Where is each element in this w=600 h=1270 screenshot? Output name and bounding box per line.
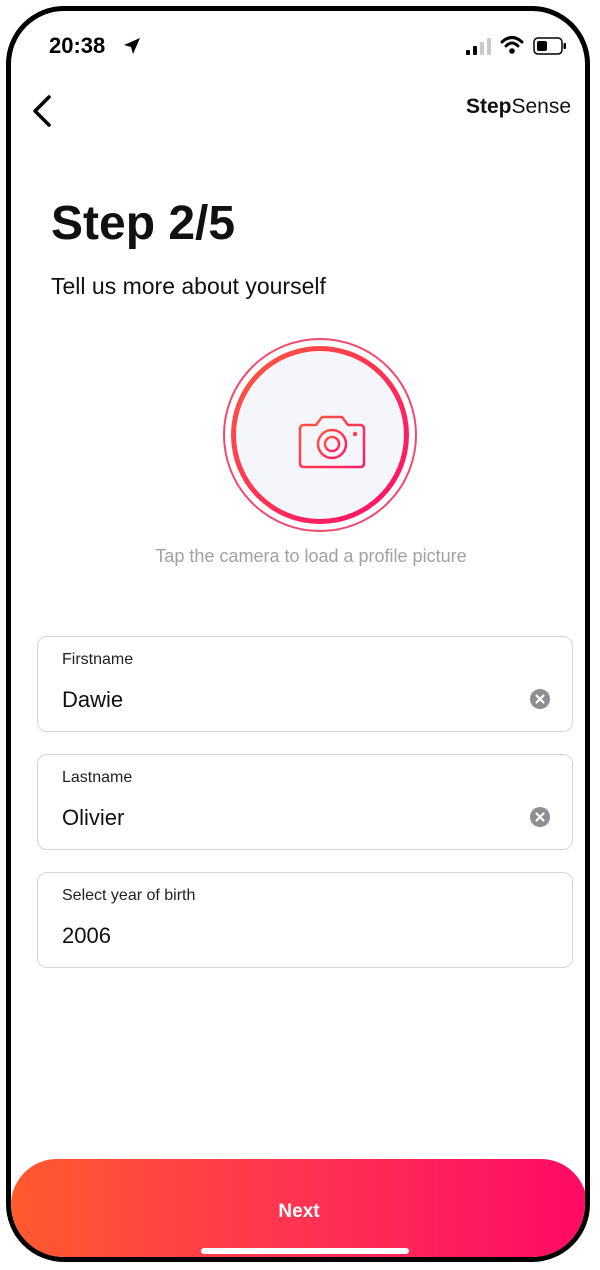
- page-title: Step 2/5: [51, 197, 236, 250]
- brand-regular: Sense: [511, 95, 571, 118]
- lastname-field[interactable]: Lastname Olivier: [37, 754, 573, 850]
- home-indicator: [201, 1248, 409, 1254]
- back-chevron-icon[interactable]: [25, 91, 61, 131]
- firstname-value[interactable]: Dawie: [62, 687, 123, 713]
- camera-icon: [298, 415, 366, 469]
- signal-icon: [466, 38, 491, 55]
- lastname-value[interactable]: Olivier: [62, 805, 124, 831]
- battery-icon: [533, 37, 566, 55]
- status-time: 20:38: [49, 33, 106, 58]
- clear-icon[interactable]: [530, 807, 550, 827]
- birth-year-value[interactable]: 2006: [62, 923, 111, 949]
- birth-year-select[interactable]: Select year of birth 2006: [37, 872, 573, 968]
- profile-picture-button[interactable]: [223, 338, 417, 532]
- phone-screen: 20:38 StepSense Step 2/5 Tell us more ab…: [6, 6, 590, 1262]
- next-button-label: Next: [278, 1201, 320, 1222]
- page-subtitle: Tell us more about yourself: [51, 273, 326, 299]
- brand-bold: Step: [465, 95, 512, 118]
- brand-logo: StepSense: [466, 95, 571, 119]
- next-button[interactable]: Next: [11, 1159, 585, 1257]
- firstname-field[interactable]: Firstname Dawie: [37, 636, 573, 732]
- clear-icon[interactable]: [530, 689, 550, 709]
- firstname-label: Firstname: [62, 651, 134, 668]
- avatar-hint: Tap the camera to load a profile picture: [155, 546, 467, 566]
- location-arrow-icon: [124, 38, 140, 54]
- wifi-icon: [500, 36, 524, 54]
- avatar-placeholder: [231, 346, 409, 524]
- lastname-label: Lastname: [62, 769, 133, 786]
- birth-year-label: Select year of birth: [62, 887, 196, 904]
